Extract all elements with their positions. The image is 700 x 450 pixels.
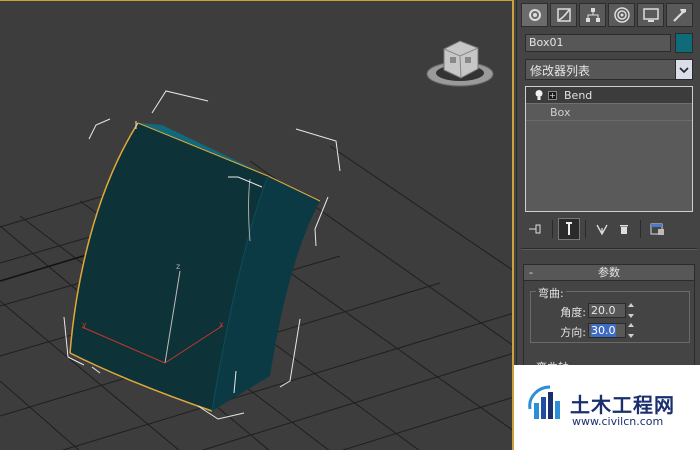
- modifier-list-label: 修改器列表: [530, 64, 591, 78]
- dropdown-arrow-button[interactable]: [675, 60, 692, 79]
- watermark-url: www.civilcn.com: [572, 415, 664, 428]
- remove-modifier-button[interactable]: [613, 218, 635, 240]
- display-icon: [642, 8, 659, 22]
- angle-input[interactable]: 20.0: [588, 303, 626, 318]
- create-tab[interactable]: [521, 3, 548, 27]
- object-name-field[interactable]: Box01: [525, 34, 671, 52]
- stack-item-bend[interactable]: + Bend: [526, 87, 692, 104]
- modify-icon: [556, 8, 571, 22]
- perspective-viewport[interactable]: z y x: [0, 0, 514, 450]
- hierarchy-icon: [585, 8, 600, 22]
- civilcn-logo-icon: [528, 385, 560, 419]
- show-end-result-button[interactable]: [558, 218, 580, 240]
- angle-label: 角度:: [560, 306, 586, 319]
- create-icon: [528, 9, 541, 21]
- configure-modifier-sets-button[interactable]: [646, 218, 668, 240]
- direction-label: 方向:: [560, 326, 586, 339]
- make-unique-button[interactable]: [591, 218, 613, 240]
- end-result-icon: [566, 222, 572, 235]
- parameters-rollout-header[interactable]: - 参数: [524, 265, 694, 281]
- angle-spinner[interactable]: [627, 303, 636, 318]
- utilities-tab[interactable]: [666, 3, 693, 27]
- direction-input[interactable]: 30.0: [588, 323, 626, 338]
- direction-spinner[interactable]: [627, 323, 636, 338]
- make-unique-icon: [596, 224, 608, 236]
- stack-item-label: Box: [550, 105, 571, 119]
- z-axis-label: z: [176, 262, 180, 271]
- modify-tab[interactable]: [550, 3, 577, 27]
- watermark-title: 土木工程网: [570, 393, 675, 417]
- bend-group-label: 弯曲:: [536, 285, 566, 301]
- display-tab[interactable]: [637, 3, 664, 27]
- panel-divider: [521, 248, 697, 250]
- motion-tab[interactable]: [608, 3, 635, 27]
- configure-icon: [650, 223, 664, 235]
- y-axis-label: y: [82, 320, 87, 329]
- lightbulb-icon[interactable]: [534, 89, 544, 101]
- direction-param: 方向: 30.0: [530, 323, 690, 339]
- direction-value: 30.0: [591, 324, 616, 337]
- modifier-stack[interactable]: + Bend Box: [525, 86, 693, 212]
- object-color-swatch[interactable]: [675, 33, 693, 53]
- pin-icon: [529, 224, 541, 234]
- hierarchy-tab[interactable]: [579, 3, 606, 27]
- pin-stack-button[interactable]: [525, 218, 547, 240]
- rollout-title: 参数: [598, 266, 620, 279]
- stack-item-box[interactable]: Box: [526, 104, 692, 121]
- modifier-list-dropdown[interactable]: 修改器列表: [525, 59, 693, 80]
- expand-plus-icon[interactable]: +: [548, 90, 557, 100]
- viewcube[interactable]: [426, 40, 494, 87]
- motion-icon: [613, 7, 630, 23]
- trash-icon: [620, 225, 628, 234]
- utilities-icon: [672, 9, 686, 22]
- bend-box-object[interactable]: [69, 122, 321, 412]
- stack-item-label: Bend: [564, 88, 593, 102]
- watermark: 土木工程网 www.civilcn.com: [514, 365, 700, 450]
- angle-param: 角度: 20.0: [530, 303, 690, 319]
- collapse-minus-icon: -: [529, 266, 533, 279]
- chevron-down-icon: [679, 66, 689, 73]
- viewport-scene: z y x: [0, 40, 512, 450]
- stack-toolbar: [525, 218, 693, 240]
- command-panel-tabs: [521, 3, 697, 27]
- x-axis-label: x: [219, 320, 224, 329]
